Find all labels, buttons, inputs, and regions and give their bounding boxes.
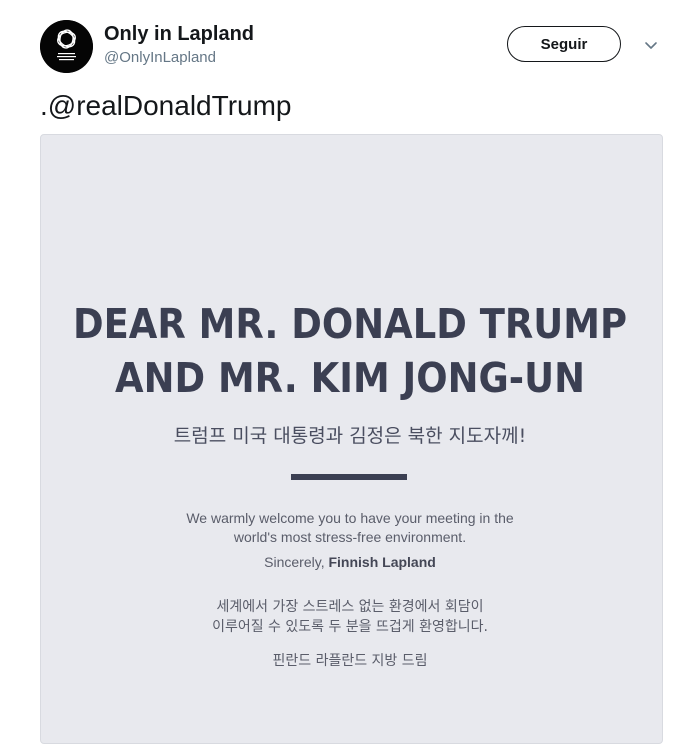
author-handle[interactable]: @OnlyInLapland <box>104 48 216 68</box>
tweet-text[interactable]: .@realDonaldTrump <box>40 89 291 123</box>
welcome-line-2: world's most stress-free environment. <box>233 529 467 545</box>
welcome-line-1: We warmly welcome you to have your meeti… <box>186 510 514 526</box>
headline-line-1: DEAR MR. DONALD TRUMP <box>72 300 628 348</box>
korean-body-line-1: 세계에서 가장 스트레스 없는 환경에서 회담이 <box>216 599 484 615</box>
divider <box>291 474 407 480</box>
chevron-down-icon <box>645 42 657 49</box>
image-headline: DEAR MR. DONALD TRUMP AND MR. KIM JONG-U… <box>35 297 665 405</box>
korean-signoff: 핀란드 라플란드 지방 드림 <box>272 653 428 669</box>
signoff-name: Finnish Lapland <box>328 554 436 570</box>
korean-body: 세계에서 가장 스트레스 없는 환경에서 회담이 이루어질 수 있도록 두 분을… <box>0 597 700 637</box>
author-display-name[interactable]: Only in Lapland <box>104 22 254 46</box>
korean-subtitle: 트럼프 미국 대통령과 김정은 북한 지도자께! <box>173 425 527 447</box>
korean-body-line-2: 이루어질 수 있도록 두 분을 뜨겁게 환영합니다. <box>212 619 488 635</box>
signoff-prefix: Sincerely, <box>264 554 329 570</box>
welcome-message: We warmly welcome you to have your meeti… <box>0 509 700 547</box>
lapland-logo-icon <box>40 20 93 73</box>
avatar[interactable] <box>40 20 93 73</box>
signoff: Sincerely, Finnish Lapland <box>0 553 700 572</box>
tweet-menu-button[interactable] <box>641 36 661 56</box>
headline-line-2: AND MR. KIM JONG-UN <box>115 354 585 402</box>
follow-button[interactable]: Seguir <box>507 26 621 62</box>
